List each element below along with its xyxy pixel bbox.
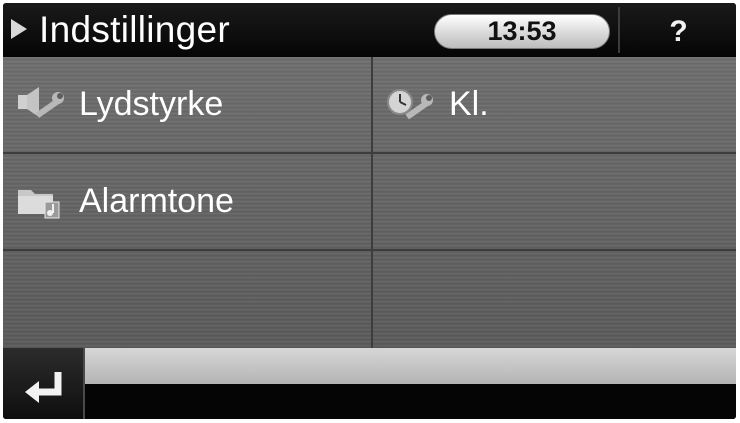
status-strip	[85, 348, 736, 384]
return-arrow-icon	[25, 372, 62, 403]
clock-wrench-icon	[385, 85, 435, 125]
empty-cell	[373, 251, 736, 348]
settings-grid: Lydstyrke Kl. Alarmtone	[3, 57, 736, 348]
folder-music-icon	[15, 182, 65, 222]
menu-item-clock[interactable]: Kl.	[373, 57, 736, 154]
back-button[interactable]	[3, 348, 83, 419]
menu-item-label: Lydstyrke	[79, 85, 224, 123]
help-button[interactable]: ?	[621, 3, 736, 57]
bottom-bar	[3, 348, 736, 419]
speaker-wrench-icon	[15, 85, 65, 125]
menu-item-volume[interactable]: Lydstyrke	[3, 57, 373, 154]
menu-item-label: Alarmtone	[79, 182, 234, 220]
settings-screen: Indstillinger 13:53 ? Lydstyrke Kl. Alar…	[3, 3, 736, 419]
empty-cell	[373, 154, 736, 251]
header-bar: Indstillinger 13:53 ?	[3, 3, 736, 57]
menu-item-label: Kl.	[449, 85, 489, 123]
page-title: Indstillinger	[39, 9, 231, 50]
header-divider	[618, 7, 620, 53]
clock-display: 13:53	[434, 14, 610, 49]
menu-item-alarm-tone[interactable]: Alarmtone	[3, 154, 373, 251]
empty-cell	[3, 251, 373, 348]
title-arrow-icon	[11, 19, 27, 39]
